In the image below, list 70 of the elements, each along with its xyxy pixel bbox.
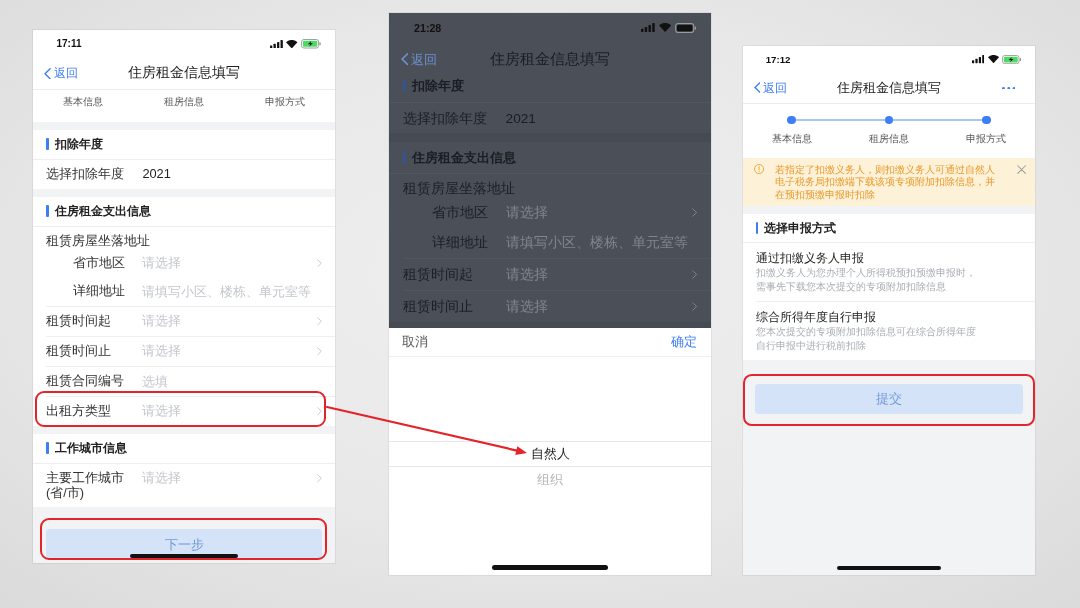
chevron-left-icon: [400, 53, 409, 66]
bar-marker-icon: [402, 79, 406, 93]
text-input[interactable]: 选填: [142, 374, 322, 389]
section-title: 住房租金支出信息: [55, 203, 151, 219]
field-label: 省市地区: [73, 255, 126, 271]
select-field[interactable]: 请选择: [142, 404, 335, 419]
field-label: 租赁房屋坐落地址: [46, 233, 150, 250]
back-button[interactable]: 返回: [753, 81, 787, 95]
field-label: 主要工作城市(省/市): [46, 471, 125, 501]
signal-icon: [971, 55, 985, 64]
section-title: 选择申报方式: [764, 220, 837, 236]
option-title[interactable]: 通过扣缴义务人申报: [755, 250, 864, 266]
signal-icon: [269, 39, 283, 49]
status-time: 17:11: [56, 39, 82, 49]
bar-marker-icon: [46, 138, 49, 151]
cancel-button[interactable]: 取消: [402, 334, 429, 350]
wifi-icon: [658, 23, 672, 33]
step-label: 租房信息: [164, 95, 204, 109]
option-title[interactable]: 综合所得年度自行申报: [755, 309, 876, 325]
step-label: 基本信息: [771, 131, 812, 146]
step-label: 申报方式: [264, 95, 305, 109]
confirm-button[interactable]: 确定: [671, 334, 698, 350]
chevron-right-icon: [691, 208, 698, 218]
chevron-right-icon: [691, 302, 698, 312]
back-button[interactable]: 返回: [44, 66, 78, 81]
select-field[interactable]: 请选择: [142, 471, 335, 486]
bar-marker-icon: [402, 151, 406, 164]
section-title: 扣除年度: [55, 136, 103, 152]
picker-option[interactable]: 自然人: [530, 445, 570, 462]
step-label: 基本信息: [63, 95, 104, 109]
info-icon: [754, 163, 765, 175]
status-time: 21:28: [414, 22, 442, 34]
option-description: 扣缴义务人为您办理个人所得税预扣预缴申报时，需事先下载您本次提交的专项附加扣除信息: [755, 265, 977, 294]
field-label: 租赁时间起: [46, 314, 111, 329]
field-label: 详细地址: [73, 284, 126, 299]
field-label: 选择扣除年度: [46, 167, 124, 182]
chevron-right-icon: [691, 270, 698, 280]
bar-marker-icon: [46, 442, 49, 455]
step-label: 租房信息: [869, 131, 909, 146]
close-icon[interactable]: [1017, 165, 1027, 175]
page-title: 住房租金信息填写: [837, 80, 941, 97]
text-input[interactable]: 请填写小区、楼栋、单元室等: [142, 284, 322, 299]
section-title: 工作城市信息: [55, 440, 127, 456]
chevron-right-icon: [317, 317, 322, 326]
chevron-right-icon: [317, 258, 322, 268]
chevron-right-icon: [317, 407, 322, 416]
page-title: 住房租金信息填写: [128, 65, 240, 82]
bar-marker-icon: [46, 205, 49, 218]
field-label: 出租方类型: [46, 404, 111, 419]
field-value[interactable]: 2021: [142, 167, 171, 182]
bar-marker-icon: [755, 222, 758, 234]
select-field[interactable]: 请选择: [142, 314, 335, 329]
chevron-right-icon: [317, 474, 322, 483]
status-time: 17:12: [765, 54, 791, 65]
notice-text: 若指定了扣缴义务人，则扣缴义务人可通过自然人电子税务局扣缴端下载该项专项附加扣除信息，并在预扣预缴申报时扣除: [774, 163, 996, 202]
chevron-left-icon: [44, 67, 51, 80]
chevron-right-icon: [317, 347, 322, 356]
wifi-icon: [286, 39, 298, 49]
field-label: 租赁合同编号: [46, 374, 124, 389]
option-description: 您本次提交的专项附加扣除信息可在综合所得年度自行申报中进行税前扣除: [755, 324, 977, 353]
more-icon[interactable]: [1001, 86, 1016, 90]
back-button[interactable]: 返回: [400, 51, 437, 68]
select-field[interactable]: 请选择: [142, 344, 335, 359]
wifi-icon: [987, 55, 999, 64]
picker-option[interactable]: 组织: [537, 472, 563, 489]
field-label: 租赁时间止: [46, 344, 111, 359]
step-label: 申报方式: [966, 131, 1007, 146]
signal-icon: [641, 23, 656, 33]
select-field[interactable]: 请选择: [142, 255, 335, 271]
chevron-left-icon: [753, 82, 761, 94]
